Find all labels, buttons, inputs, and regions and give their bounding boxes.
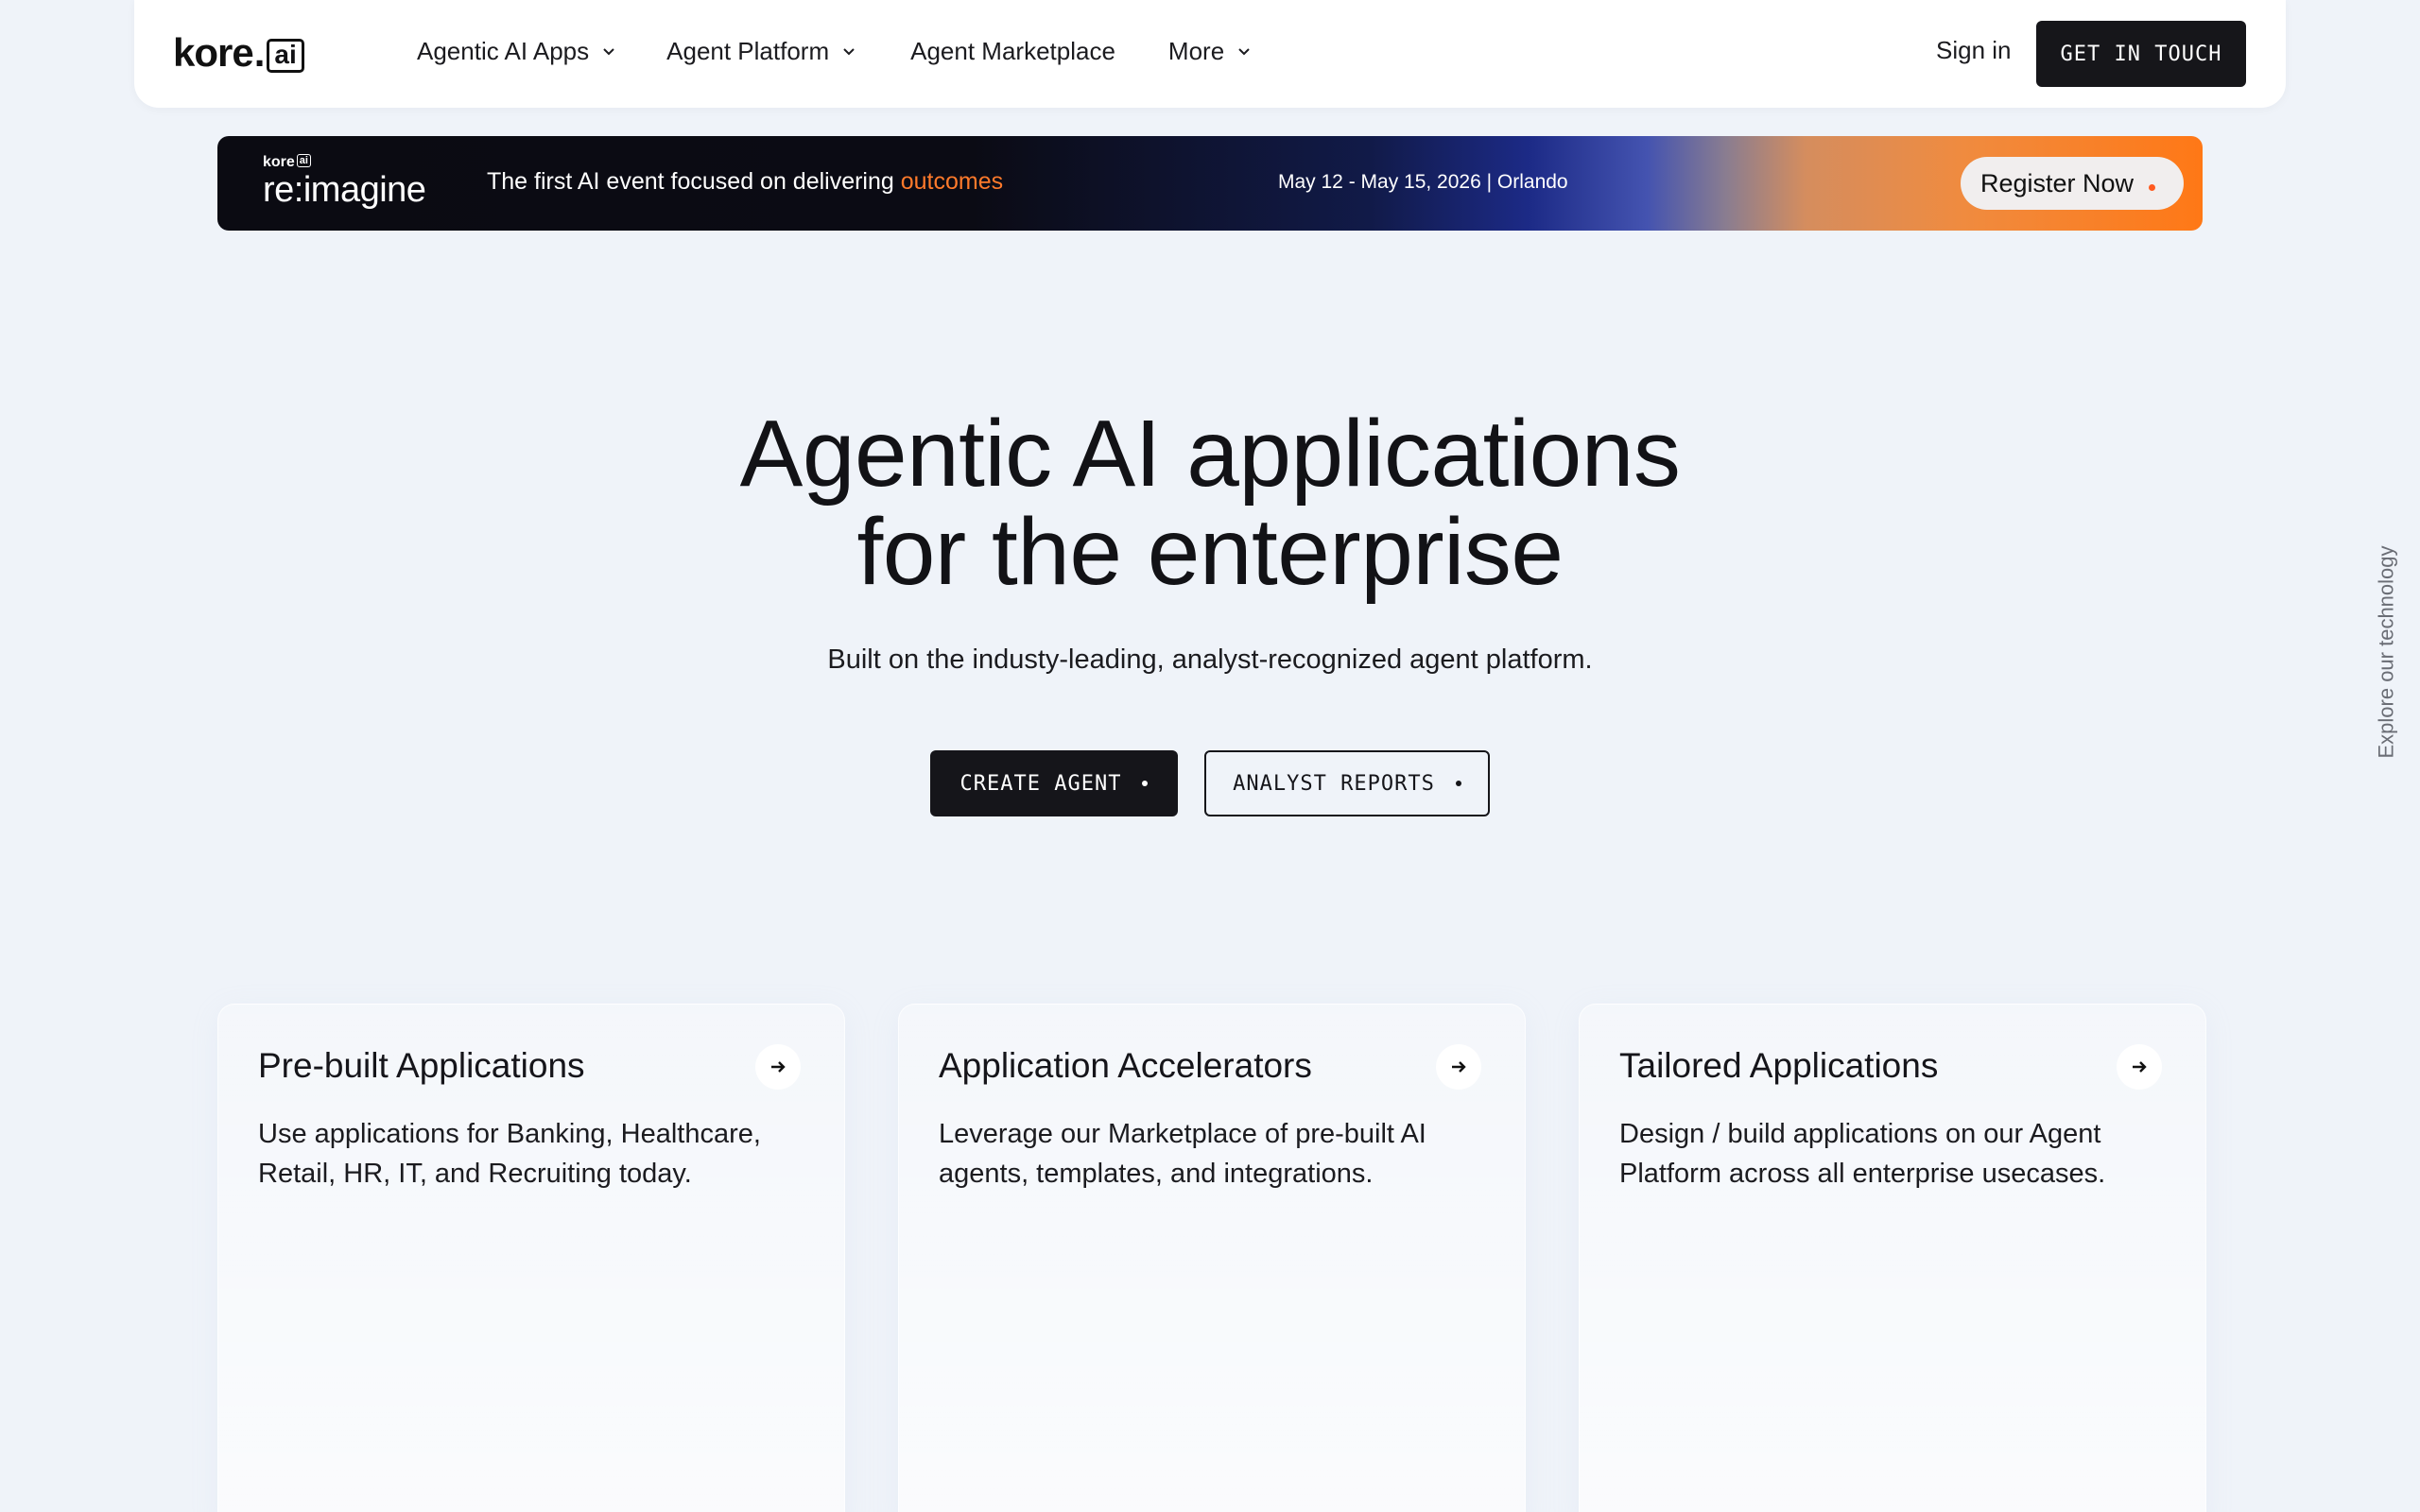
reimagine-logo-brand: kore ai [263, 154, 425, 171]
explore-technology-tab[interactable]: Explore our technology [2373, 539, 2401, 765]
hero-title-line-2: for the enterprise [856, 499, 1564, 605]
chevron-down-icon [843, 48, 855, 56]
nav-menu: Agentic AI Apps Agent Platform Agent Mar… [417, 0, 1251, 102]
nav-item-agent-marketplace[interactable]: Agent Marketplace [910, 37, 1115, 66]
logo-ai-badge: ai [267, 39, 304, 73]
nav-item-label: Agentic AI Apps [417, 36, 590, 65]
card-title: Pre-built Applications [258, 1046, 585, 1085]
logo-word: kore [173, 30, 254, 75]
register-now-button[interactable]: Register Now [1961, 157, 2184, 210]
banner-event-date: May 12 - May 15, 2026 | Orlando [1278, 171, 1568, 193]
nav-item-label: Agent Platform [666, 36, 830, 65]
create-agent-button[interactable]: CREATE AGENT [930, 750, 1178, 816]
register-label: Register Now [1980, 168, 2135, 198]
dot-icon [1455, 781, 1461, 786]
arrow-right-icon[interactable] [755, 1044, 801, 1090]
banner-headline: The first AI event focused on delivering… [487, 168, 1004, 195]
kore-ai-logo[interactable]: kore . ai [173, 32, 304, 74]
dot-icon [1142, 781, 1149, 786]
event-banner[interactable]: kore ai re:imagine The first AI event foc… [217, 136, 2203, 231]
top-navigation: kore . ai Agentic AI Apps Agent Platform… [134, 0, 2286, 108]
nav-item-more[interactable]: More [1168, 37, 1251, 66]
chevron-down-icon [1238, 48, 1250, 56]
get-in-touch-button[interactable]: GET IN TOUCH [2036, 21, 2246, 87]
nav-item-agent-platform[interactable]: Agent Platform [666, 37, 856, 66]
logo-dot: . [253, 30, 266, 75]
hero-subtitle: Built on the industy-leading, analyst-re… [827, 644, 1593, 675]
create-agent-label: CREATE AGENT [959, 771, 1122, 796]
analyst-reports-label: ANALYST REPORTS [1233, 771, 1435, 796]
dot-icon [2149, 183, 2156, 191]
arrow-right-icon[interactable] [1436, 1044, 1481, 1090]
nav-item-label: More [1167, 36, 1225, 65]
card-prebuilt-applications[interactable]: Pre-built Applications Use applications … [217, 1004, 845, 1512]
hero-title: Agentic AI applications for the enterpri… [0, 404, 2420, 601]
card-description: Leverage our Marketplace of pre-built AI… [939, 1119, 1426, 1189]
card-description: Design / build applications on our Agent… [1619, 1119, 2106, 1189]
arrow-right-icon[interactable] [2117, 1044, 2162, 1090]
card-title: Application Accelerators [939, 1046, 1312, 1085]
sign-in-link[interactable]: Sign in [1936, 36, 2012, 65]
card-title: Tailored Applications [1619, 1046, 1939, 1085]
card-tailored-applications[interactable]: Tailored Applications Design / build app… [1579, 1004, 2206, 1512]
card-application-accelerators[interactable]: Application Accelerators Leverage our Ma… [898, 1004, 1526, 1512]
reimagine-logo-word: re:imagine [263, 170, 426, 210]
chevron-down-icon [603, 48, 614, 56]
hero-title-line-1: Agentic AI applications [739, 401, 1681, 507]
side-tab-label: Explore our technology [2375, 545, 2398, 759]
banner-highlight: outcomes [900, 168, 1004, 195]
nav-item-label: Agent Marketplace [910, 36, 1115, 65]
nav-item-agentic-ai-apps[interactable]: Agentic AI Apps [417, 37, 615, 66]
analyst-reports-button[interactable]: ANALYST REPORTS [1204, 750, 1490, 816]
reimagine-logo: kore ai re:imagine [263, 154, 426, 210]
card-description: Use applications for Banking, Healthcare… [258, 1119, 761, 1189]
